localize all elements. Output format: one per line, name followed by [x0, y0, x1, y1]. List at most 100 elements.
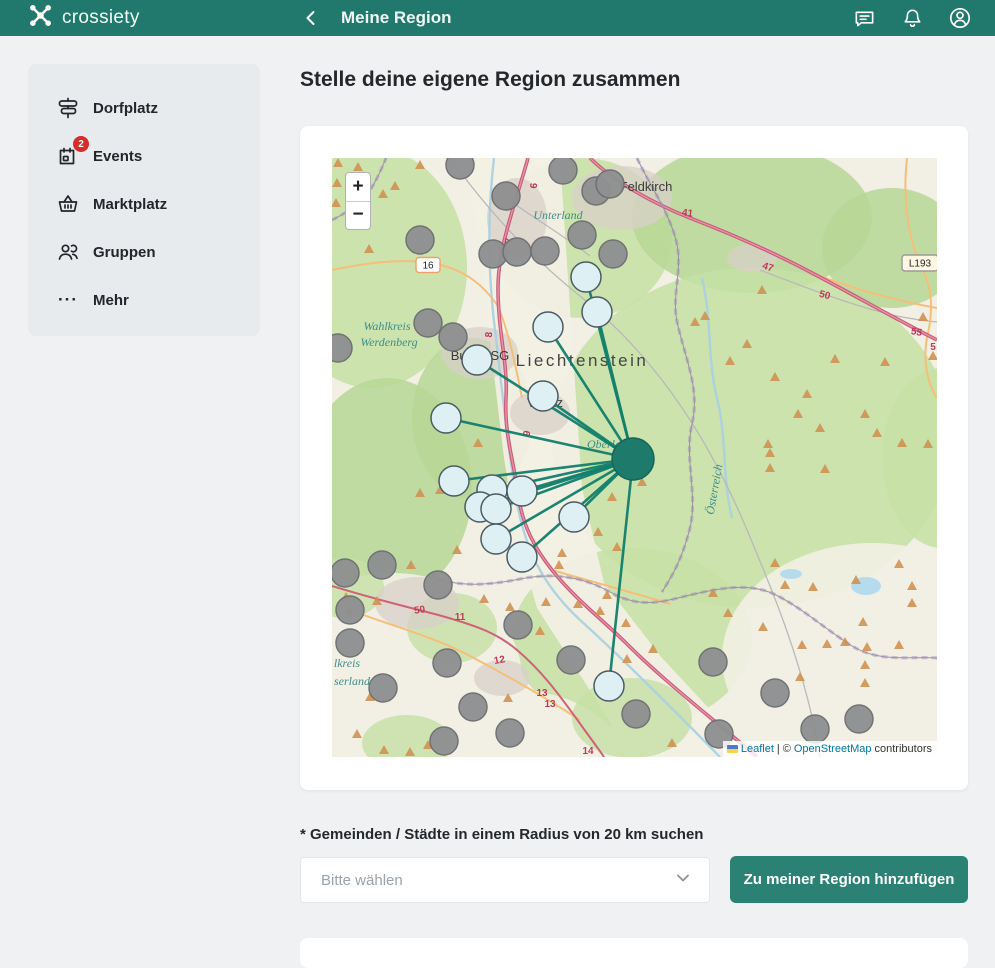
- brand-name: crossiety: [62, 7, 140, 29]
- municipality-marker-selectable[interactable]: [507, 542, 537, 572]
- map-label-feldkirch: Feldkirch: [620, 179, 673, 194]
- sidebar-item-mehr[interactable]: ··· Mehr: [28, 276, 260, 324]
- municipality-marker-gray[interactable]: [336, 629, 364, 657]
- events-badge: 2: [73, 136, 89, 152]
- sidebar-item-label: Events: [93, 148, 142, 165]
- map-card: FeldkirchUnterlandLiechtensteinBuchs SGV…: [300, 126, 968, 790]
- municipality-marker-gray[interactable]: [845, 705, 873, 733]
- back-chevron-icon[interactable]: [298, 5, 324, 31]
- leaflet-map[interactable]: FeldkirchUnterlandLiechtensteinBuchs SGV…: [332, 158, 937, 757]
- basket-icon: [55, 191, 81, 217]
- municipality-marker-gray[interactable]: [336, 596, 364, 624]
- road-shield-label: 16: [422, 261, 434, 272]
- sidebar-item-events[interactable]: 2 Events: [28, 132, 260, 180]
- home-municipality-marker: [612, 438, 654, 480]
- map-label-unterland: Unterland: [533, 208, 583, 222]
- map-lake: [780, 569, 802, 579]
- municipality-marker-gray[interactable]: [503, 238, 531, 266]
- municipality-marker-gray[interactable]: [504, 611, 532, 639]
- municipality-marker-gray[interactable]: [599, 240, 627, 268]
- municipality-marker-gray[interactable]: [446, 158, 474, 179]
- municipality-marker-gray[interactable]: [332, 334, 352, 362]
- brand-logo[interactable]: crossiety: [28, 3, 268, 33]
- sidebar: Dorfplatz 2 Events Marktplatz: [28, 64, 260, 336]
- municipality-marker-gray[interactable]: [433, 649, 461, 677]
- municipality-marker-selectable[interactable]: [462, 345, 492, 375]
- sidebar-item-label: Mehr: [93, 292, 129, 309]
- municipality-marker-selectable[interactable]: [528, 381, 558, 411]
- radius-search-label: * Gemeinden / Städte in einem Radius von…: [300, 826, 703, 843]
- chevron-down-icon: [675, 870, 691, 891]
- municipality-marker-selectable[interactable]: [571, 262, 601, 292]
- municipality-marker-gray[interactable]: [496, 719, 524, 747]
- municipality-marker-selectable[interactable]: [507, 476, 537, 506]
- attribution-separator: |: [777, 743, 780, 755]
- sidebar-item-dorfplatz[interactable]: Dorfplatz: [28, 84, 260, 132]
- municipality-marker-gray[interactable]: [492, 182, 520, 210]
- next-section-card: [300, 938, 968, 968]
- municipality-marker-gray[interactable]: [368, 551, 396, 579]
- map-label-lkreis: lkreis: [334, 656, 361, 670]
- map-label-liechtenstein: Liechtenstein: [516, 351, 649, 370]
- bell-icon[interactable]: [899, 5, 925, 31]
- road-number-label: 13: [544, 699, 556, 710]
- crossiety-logo-icon: [28, 3, 53, 33]
- leaflet-link[interactable]: Leaflet: [741, 743, 774, 755]
- sidebar-item-label: Dorfplatz: [93, 100, 158, 117]
- profile-icon[interactable]: [947, 5, 973, 31]
- municipality-marker-selectable[interactable]: [431, 403, 461, 433]
- municipality-marker-gray[interactable]: [568, 221, 596, 249]
- map-attribution: Leaflet | © OpenStreetMap contributors: [723, 741, 937, 757]
- road-number-label: 13: [536, 688, 548, 699]
- municipality-marker-selectable[interactable]: [481, 524, 511, 554]
- road-number-label: 50: [413, 604, 426, 617]
- sidebar-item-marktplatz[interactable]: Marktplatz: [28, 180, 260, 228]
- osm-link[interactable]: OpenStreetMap: [794, 743, 872, 755]
- chat-icon[interactable]: [851, 5, 877, 31]
- attribution-copyright: ©: [783, 743, 791, 755]
- municipality-marker-selectable[interactable]: [559, 502, 589, 532]
- page-title: Stelle deine eigene Region zusammen: [300, 68, 680, 92]
- municipality-marker-selectable[interactable]: [582, 297, 612, 327]
- municipality-marker-selectable[interactable]: [594, 671, 624, 701]
- municipality-marker-selectable[interactable]: [439, 466, 469, 496]
- municipality-marker-gray[interactable]: [414, 309, 442, 337]
- municipality-marker-gray[interactable]: [459, 693, 487, 721]
- attribution-suffix: contributors: [875, 743, 932, 755]
- municipality-marker-gray[interactable]: [622, 700, 650, 728]
- municipality-marker-gray[interactable]: [332, 559, 359, 587]
- municipality-marker-gray[interactable]: [424, 571, 452, 599]
- map-zoom-control: + −: [345, 172, 371, 230]
- zoom-in-button[interactable]: +: [346, 173, 370, 202]
- ellipsis-icon: ···: [55, 287, 81, 313]
- municipality-marker-gray[interactable]: [596, 170, 624, 198]
- zoom-out-button[interactable]: −: [346, 202, 370, 230]
- municipality-marker-gray[interactable]: [761, 679, 789, 707]
- municipality-marker-gray[interactable]: [406, 226, 434, 254]
- municipality-marker-gray[interactable]: [557, 646, 585, 674]
- sidebar-item-gruppen[interactable]: Gruppen: [28, 228, 260, 276]
- add-to-region-button[interactable]: Zu meiner Region hinzufügen: [730, 856, 968, 903]
- road-number-label: 41: [681, 207, 694, 220]
- select-placeholder: Bitte wählen: [321, 872, 403, 889]
- map-label-wahlkreis: Wahlkreis: [363, 319, 410, 333]
- road-shield-label: L193: [909, 259, 932, 270]
- people-icon: [55, 239, 81, 265]
- municipality-marker-selectable[interactable]: [481, 494, 511, 524]
- municipality-marker-gray[interactable]: [801, 715, 829, 743]
- municipality-marker-gray[interactable]: [699, 648, 727, 676]
- calendar-icon: 2: [55, 143, 81, 169]
- road-number-label: 5: [930, 342, 936, 353]
- municipality-marker-gray[interactable]: [531, 237, 559, 265]
- municipality-marker-gray[interactable]: [430, 727, 458, 755]
- municipality-select[interactable]: Bitte wählen: [300, 857, 710, 903]
- road-number-label: 11: [455, 612, 466, 623]
- map-canvas[interactable]: FeldkirchUnterlandLiechtensteinBuchs SGV…: [332, 158, 937, 757]
- municipality-marker-gray[interactable]: [439, 323, 467, 351]
- road-number-label: 14: [582, 746, 594, 757]
- municipality-marker-gray[interactable]: [549, 158, 577, 184]
- map-label-werdenberg: Werdenberg: [360, 335, 417, 349]
- municipality-marker-selectable[interactable]: [533, 312, 563, 342]
- municipality-marker-gray[interactable]: [369, 674, 397, 702]
- app-header: crossiety Meine Region: [0, 0, 995, 36]
